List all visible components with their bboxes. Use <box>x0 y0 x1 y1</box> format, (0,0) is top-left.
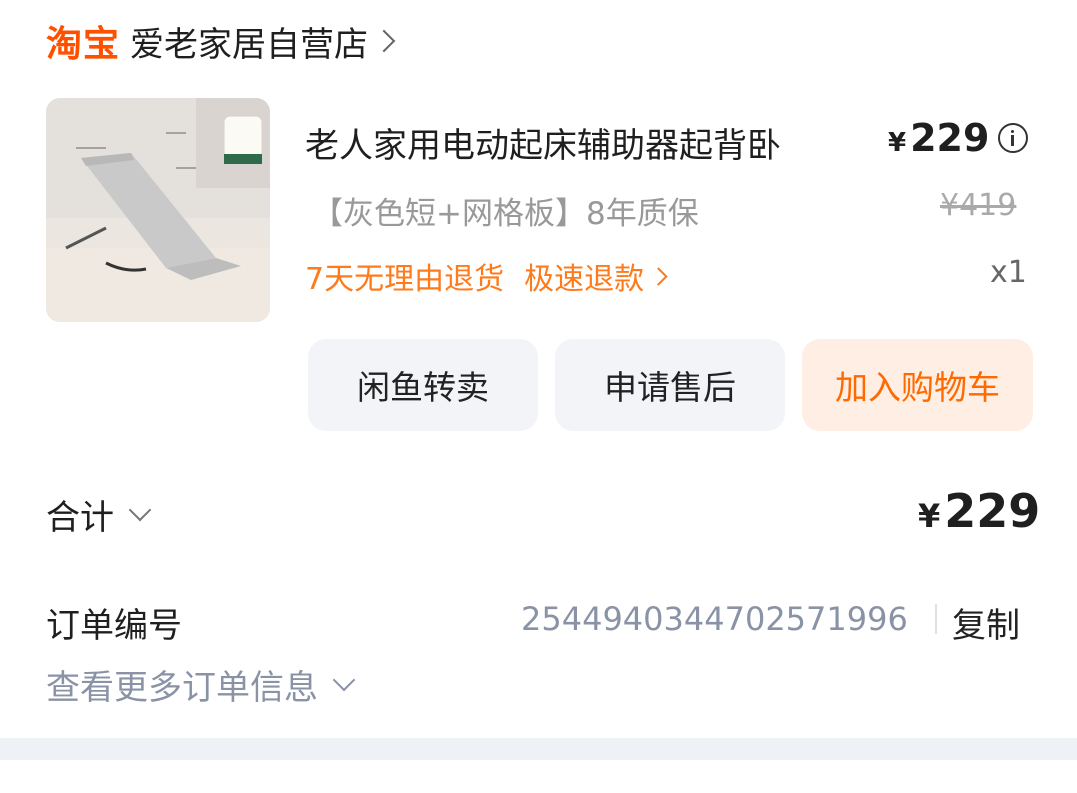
resell-button[interactable]: 闲鱼转卖 <box>308 339 538 431</box>
divider <box>935 604 937 634</box>
product-spec: 【灰色短+网格板】8年质保 <box>312 196 699 232</box>
product-thumbnail[interactable] <box>46 98 270 322</box>
shop-header[interactable]: 淘宝 爱老家居自营店 <box>46 17 396 66</box>
total-price: ¥229 <box>918 484 1040 538</box>
total-label: 合计 <box>46 498 114 538</box>
return-policy-tag: 7天无理由退货 <box>305 262 505 297</box>
original-price: ¥419 <box>940 188 1017 223</box>
product-price: ¥229 <box>888 116 989 160</box>
copy-button[interactable]: 复制 <box>952 598 1020 647</box>
add-to-cart-button[interactable]: 加入购物车 <box>802 339 1033 431</box>
order-number-label: 订单编号 <box>46 606 182 646</box>
fast-refund-tag[interactable]: 极速退款 <box>524 254 644 298</box>
quantity: x1 <box>990 255 1027 290</box>
more-order-info[interactable]: 查看更多订单信息 <box>46 660 356 709</box>
total-value: 229 <box>944 484 1041 538</box>
product-image <box>46 98 270 322</box>
order-number: 2544940344702571996 <box>521 600 908 638</box>
currency-symbol: ¥ <box>888 128 907 158</box>
chevron-right-icon[interactable] <box>649 266 668 286</box>
taobao-logo: 淘宝 <box>46 24 121 65</box>
currency-symbol: ¥ <box>918 497 941 535</box>
product-title[interactable]: 老人家用电动起床辅助器起背卧 <box>305 118 781 167</box>
after-sale-button[interactable]: 申请售后 <box>555 339 785 431</box>
chevron-down-icon[interactable] <box>128 498 152 521</box>
info-icon[interactable] <box>998 123 1028 153</box>
price-value: 229 <box>910 116 990 160</box>
more-order-info-label: 查看更多订单信息 <box>46 668 318 708</box>
service-tags[interactable]: 7天无理由退货 极速退款 <box>305 254 668 298</box>
chevron-right-icon[interactable] <box>372 29 396 53</box>
shop-name[interactable]: 爱老家居自营店 <box>130 17 368 66</box>
section-divider <box>0 738 1077 760</box>
chevron-down-icon[interactable] <box>332 668 356 691</box>
total-toggle[interactable]: 合计 <box>46 490 152 539</box>
